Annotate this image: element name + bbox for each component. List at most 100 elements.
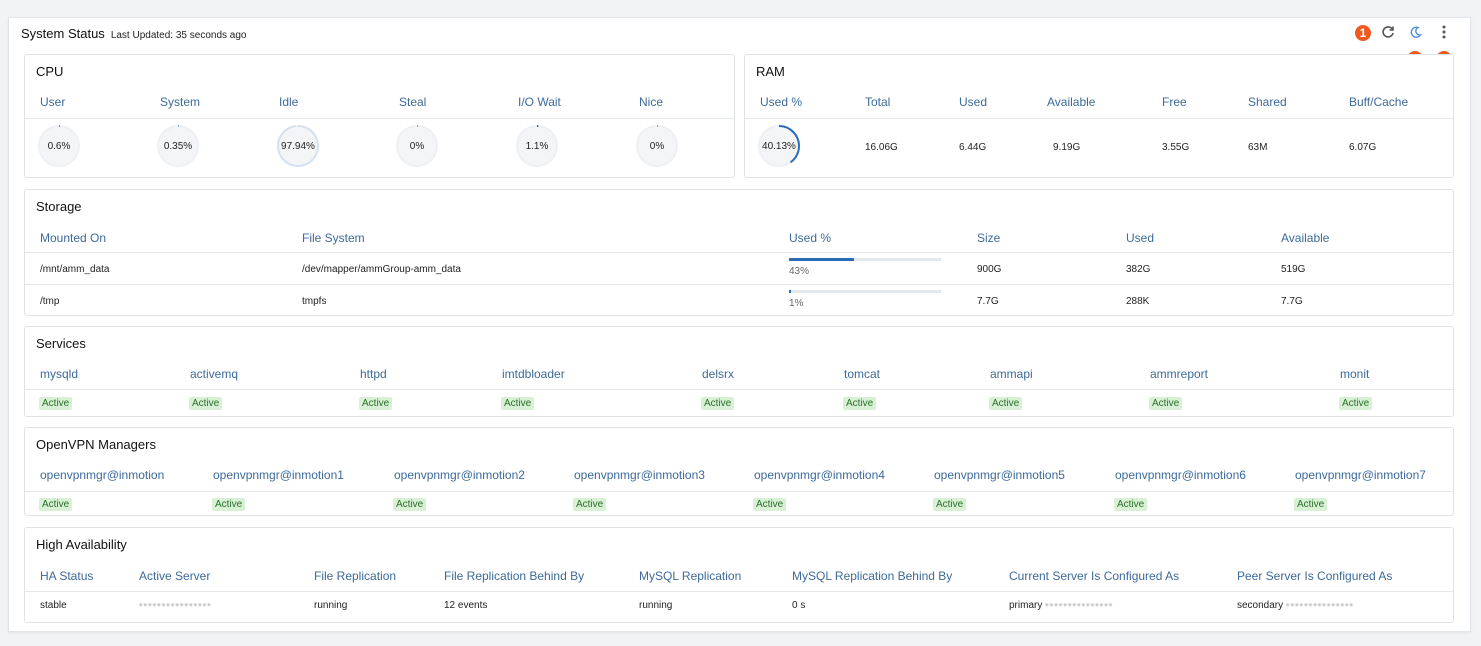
status-badge: Active xyxy=(39,498,73,511)
service-name-tomcat: tomcat xyxy=(844,367,881,381)
storage-row-1-size: 900G xyxy=(977,264,1002,275)
storage-row-2-used-pct: 1% xyxy=(789,298,804,309)
cpu-steal-value: 0% xyxy=(409,140,425,152)
divider xyxy=(745,118,1453,119)
service-name-ammreport: ammreport xyxy=(1150,367,1209,381)
cpu-nice-value: 0% xyxy=(649,140,665,152)
ha-current-config-value: primary ▪▪▪▪▪▪▪▪▪▪▪▪▪▪▪ xyxy=(1009,600,1113,611)
cpu-title: CPU xyxy=(36,64,64,79)
storage-row-1-usage-bar xyxy=(789,258,941,261)
cpu-col-user: User xyxy=(40,95,66,109)
status-badge: Active xyxy=(989,397,1023,410)
status-badge: Active xyxy=(573,498,607,511)
openvpn-card: OpenVPN Managers openvpnmgr@inmotion ope… xyxy=(24,427,1454,516)
openvpn-name: openvpnmgr@inmotion5 xyxy=(934,468,1065,482)
cpu-system-gauge: 0.35% xyxy=(156,124,200,168)
openvpn-name: openvpnmgr@inmotion6 xyxy=(1115,468,1246,482)
status-badge: Active xyxy=(1149,397,1183,410)
status-badge: Active xyxy=(212,498,246,511)
cpu-col-nice: Nice xyxy=(639,95,664,109)
panel-header: System Status Last Updated: 35 seconds a… xyxy=(21,26,246,44)
status-badge: Active xyxy=(393,498,427,511)
status-badge: Active xyxy=(753,498,787,511)
more-options-button[interactable]: 3 xyxy=(1435,24,1453,68)
ha-col-peer-config: Peer Server Is Configured As xyxy=(1237,569,1393,583)
cpu-col-steal: Steal xyxy=(399,95,427,109)
storage-row-1-used-pct: 43% xyxy=(789,266,810,277)
service-name-monit: monit xyxy=(1340,367,1370,381)
cpu-user-value: 0.6% xyxy=(47,140,71,152)
status-badge: Active xyxy=(701,397,735,410)
openvpn-name: openvpnmgr@inmotion1 xyxy=(213,468,344,482)
ha-col-mysql-repl-behind: MySQL Replication Behind By xyxy=(792,569,953,583)
ram-col-used-pct: Used % xyxy=(760,95,803,109)
openvpn-name: openvpnmgr@inmotion3 xyxy=(574,468,705,482)
ram-col-used: Used xyxy=(959,95,988,109)
divider xyxy=(25,491,1453,492)
cpu-col-idle: Idle xyxy=(279,95,299,109)
ha-col-active-server: Active Server xyxy=(139,569,211,583)
ha-current-host-redacted: ▪▪▪▪▪▪▪▪▪▪▪▪▪▪▪ xyxy=(1045,600,1114,611)
ram-col-free: Free xyxy=(1162,95,1187,109)
storage-row-2-used: 288K xyxy=(1126,296,1150,307)
badge-1: 1 xyxy=(1354,24,1372,42)
theme-toggle-button[interactable]: 2 xyxy=(1406,24,1424,68)
service-name-delsrx: delsrx xyxy=(702,367,735,381)
storage-row-1-available: 519G xyxy=(1281,264,1306,275)
divider xyxy=(25,252,1453,253)
ram-used-value: 6.44G xyxy=(959,142,987,153)
ha-peer-role: secondary xyxy=(1237,600,1284,611)
service-name-imtdbloader: imtdbloader xyxy=(502,367,565,381)
cpu-col-system: System xyxy=(160,95,201,109)
storage-row-2-usage-bar xyxy=(789,290,941,293)
toolbar: 1 2 3 xyxy=(1354,24,1453,68)
ha-title: High Availability xyxy=(36,537,127,552)
cpu-steal-gauge: 0% xyxy=(395,124,439,168)
cpu-idle-value: 97.94% xyxy=(281,140,315,152)
openvpn-title: OpenVPN Managers xyxy=(36,437,156,452)
openvpn-name: openvpnmgr@inmotion2 xyxy=(394,468,525,482)
divider xyxy=(25,389,1453,390)
ha-col-file-repl: File Replication xyxy=(314,569,397,583)
storage-col-mounted: Mounted On xyxy=(40,231,107,245)
storage-col-used-pct: Used % xyxy=(789,231,832,245)
system-status-panel: System Status Last Updated: 35 seconds a… xyxy=(8,17,1471,632)
status-badge: Active xyxy=(1114,498,1148,511)
openvpn-name: openvpnmgr@inmotion4 xyxy=(754,468,885,482)
ha-file-repl-behind-value: 12 events xyxy=(444,600,488,611)
ram-buffcache-value: 6.07G xyxy=(1349,142,1377,153)
service-name-mysqld: mysqld xyxy=(40,367,79,381)
divider xyxy=(25,284,1453,285)
cpu-iowait-value: 1.1% xyxy=(525,140,549,152)
ram-total-value: 16.06G xyxy=(865,142,898,153)
ram-used-pct-value: 40.13% xyxy=(762,140,796,152)
ram-shared-value: 63M xyxy=(1248,142,1268,153)
storage-row-2-usage-fill xyxy=(789,290,791,293)
ram-title: RAM xyxy=(756,64,785,79)
storage-card: Storage Mounted On File System Used % Si… xyxy=(24,189,1454,316)
ram-card: RAM Used % Total Used Available Free Sha… xyxy=(744,54,1454,178)
ram-available-value: 9.19G xyxy=(1053,142,1081,153)
storage-col-available: Available xyxy=(1281,231,1330,245)
ram-col-available: Available xyxy=(1047,95,1096,109)
ha-card: High Availability HA Status Active Serve… xyxy=(24,527,1454,623)
storage-row-1-used: 382G xyxy=(1126,264,1151,275)
cpu-nice-gauge: 0% xyxy=(635,124,679,168)
status-badge: Active xyxy=(359,397,393,410)
ram-col-buffcache: Buff/Cache xyxy=(1349,95,1409,109)
refresh-button[interactable]: 1 xyxy=(1354,24,1396,42)
ha-file-repl-value: running xyxy=(314,600,348,611)
ha-peer-host-redacted: ▪▪▪▪▪▪▪▪▪▪▪▪▪▪▪ xyxy=(1285,600,1355,611)
storage-row-2-fs: tmpfs xyxy=(302,296,327,307)
cpu-iowait-gauge: 1.1% xyxy=(515,124,559,168)
openvpn-name: openvpnmgr@inmotion xyxy=(40,468,165,482)
storage-title: Storage xyxy=(36,199,82,214)
services-card: Services mysqld activemq httpd imtdbload… xyxy=(24,326,1454,417)
ha-current-role: primary xyxy=(1009,600,1043,611)
storage-row-2-mount: /tmp xyxy=(40,296,60,307)
more-vertical-icon xyxy=(1442,25,1446,39)
cpu-idle-gauge: 97.94% xyxy=(276,124,320,168)
refresh-icon xyxy=(1382,26,1394,38)
status-badge: Active xyxy=(843,397,877,410)
storage-row-1-usage-fill xyxy=(789,258,855,261)
